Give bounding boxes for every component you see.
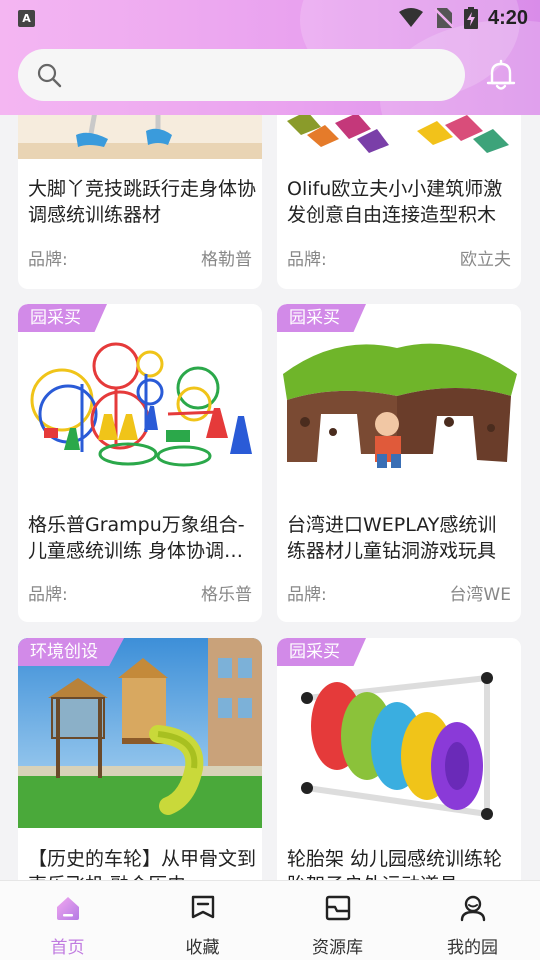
status-bar: A 4:20 (0, 0, 540, 36)
category-tag: 园采买 (277, 638, 366, 666)
product-image (277, 115, 521, 159)
brand-value: 台湾WE (449, 585, 511, 605)
brand-value: 欧立夫 (460, 250, 511, 270)
app-header: A 4:20 (0, 0, 540, 115)
product-title: 格乐普Grampu万象组合-儿童感统训练 身体协调训练器材 (28, 514, 245, 562)
category-tag: 园采买 (277, 304, 366, 332)
brand-label: 品牌: (28, 250, 68, 270)
notification-bell-icon[interactable] (484, 58, 518, 92)
product-card[interactable]: 环境创设 【历史的车轮】从甲骨文到 (18, 638, 262, 880)
wifi-icon (398, 8, 423, 27)
battery-charging-icon (463, 7, 478, 29)
nav-label: 我的园 (447, 938, 498, 958)
status-time: 4:20 (487, 6, 528, 29)
brand-label: 品牌: (28, 585, 68, 605)
search-input[interactable] (18, 49, 465, 101)
product-title: Olifu欧立夫小小建筑师激发创意自由连接造型积木 (287, 178, 503, 226)
product-card[interactable]: 园采买 轮胎架 幼儿园感统训练轮胎架子户外运动道具 (277, 638, 521, 880)
bottom-nav: 首页 收藏 资源库 我的园 (0, 880, 540, 960)
nav-item-profile[interactable]: 我的园 (405, 881, 540, 960)
nav-item-favorites[interactable]: 收藏 (135, 881, 270, 960)
nav-item-resources[interactable]: 资源库 (270, 881, 405, 960)
product-image (18, 304, 262, 494)
product-image (277, 304, 521, 494)
product-image (18, 115, 262, 159)
product-image (18, 638, 262, 828)
brand-label: 品牌: (287, 250, 327, 270)
nav-label: 收藏 (185, 938, 220, 958)
no-sim-icon (434, 8, 454, 28)
product-feed[interactable]: 大脚丫竞技跳跃行走身体协调感统训练器材 品牌: 格勒普 Olifu欧立夫小小建筑… (0, 115, 540, 880)
nav-label: 首页 (50, 938, 85, 958)
category-tag: 环境创设 (18, 638, 124, 666)
product-card[interactable]: Olifu欧立夫小小建筑师激发创意自由连接造型积木 品牌: 欧立夫 (277, 115, 521, 289)
product-title: 台湾进口WEPLAY感统训练器材儿童钻洞游戏玩具 (287, 514, 497, 562)
home-icon (57, 897, 79, 920)
product-card[interactable]: 大脚丫竞技跳跃行走身体协调感统训练器材 品牌: 格勒普 (18, 115, 262, 289)
nav-item-home[interactable]: 首页 (0, 881, 135, 960)
profile-icon (460, 895, 486, 922)
app-notification-icon: A (18, 10, 35, 27)
brand-label: 品牌: (287, 585, 327, 605)
product-title: 轮胎架 幼儿园感统训练轮胎架子户外运动道具 (287, 848, 503, 880)
product-card[interactable]: 园采买 台湾进口WEPLAY感统训练器材儿童钻洞游戏玩具 品牌: 台湾WE (277, 304, 521, 622)
product-card[interactable]: 园采买 格乐普Grampu万象组合-儿童感统训练 身体协调训 品牌: 格乐普 (18, 304, 262, 622)
product-title: 【历史的车轮】从甲骨文到声乐飞机 融合历史 (28, 848, 256, 880)
nav-label: 资源库 (312, 938, 363, 958)
brand-value: 格勒普 (201, 250, 252, 270)
folder-icon (325, 895, 351, 921)
product-title: 大脚丫竞技跳跃行走身体协调感统训练器材 (28, 178, 256, 226)
search-icon (37, 63, 62, 88)
brand-value: 格乐普 (201, 585, 252, 605)
product-image (277, 638, 521, 828)
favorites-icon (191, 895, 215, 919)
category-tag: 园采买 (18, 304, 107, 332)
